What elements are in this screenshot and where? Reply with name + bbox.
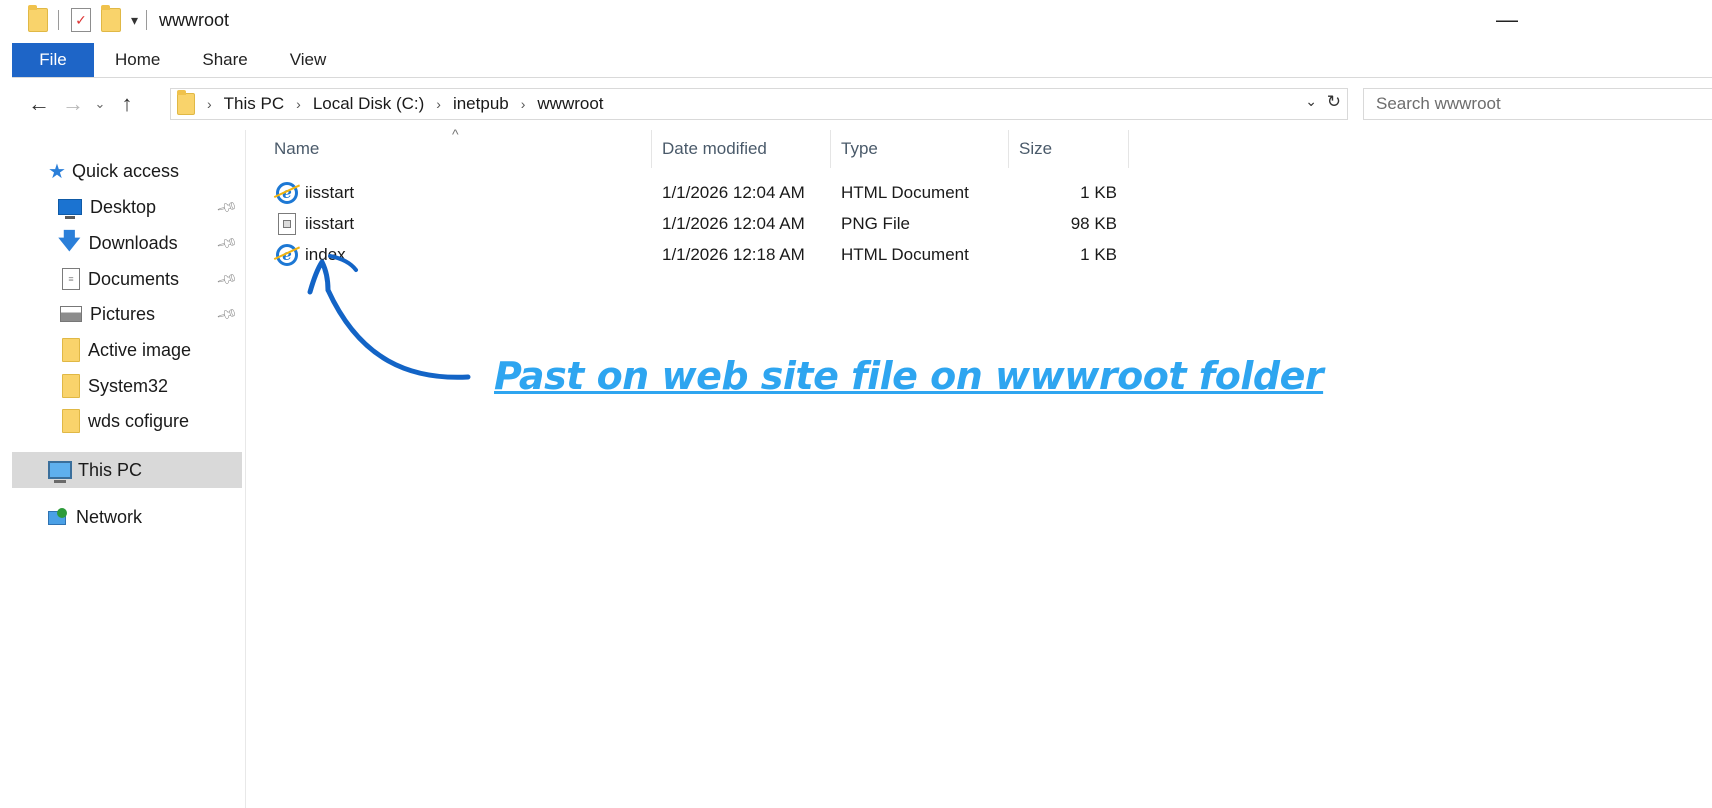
breadcrumb-local-disk[interactable]: Local Disk (C:) bbox=[313, 94, 424, 114]
file-size: 1 KB bbox=[1080, 244, 1117, 264]
tab-share[interactable]: Share bbox=[181, 43, 268, 77]
divider bbox=[58, 10, 59, 30]
breadcrumb-inetpub[interactable]: inetpub bbox=[453, 94, 509, 114]
tab-file[interactable]: File bbox=[12, 43, 94, 77]
address-bar[interactable]: › This PC › Local Disk (C:) › inetpub › … bbox=[170, 88, 1348, 120]
download-arrow-icon: 🡇 bbox=[58, 228, 81, 253]
nav-this-pc[interactable]: This PC bbox=[12, 452, 242, 488]
navigation-pane: ★ Quick access Desktop 📌︎ 🡇 Downloads 📌︎… bbox=[12, 130, 246, 808]
minimize-button[interactable]: — bbox=[1492, 6, 1522, 34]
folder-icon bbox=[62, 374, 80, 398]
nav-label: Desktop bbox=[90, 196, 157, 217]
breadcrumb-chevron-icon[interactable]: › bbox=[436, 96, 441, 112]
pin-icon[interactable]: 📌︎ bbox=[215, 267, 239, 291]
pin-icon[interactable]: 📌︎ bbox=[215, 302, 239, 326]
nav-item-system32[interactable]: System32 bbox=[12, 369, 242, 403]
nav-network[interactable]: Network bbox=[12, 500, 242, 534]
breadcrumb-chevron-icon[interactable]: › bbox=[521, 96, 526, 112]
nav-label: Network bbox=[76, 506, 143, 527]
nav-quick-access[interactable]: ★ Quick access bbox=[12, 154, 242, 188]
file-row[interactable]: iisstart 1/1/2026 12:04 AM PNG File 98 K… bbox=[264, 208, 1134, 239]
network-icon bbox=[46, 507, 70, 527]
nav-item-documents[interactable]: ≡ Documents 📌︎ bbox=[12, 262, 242, 296]
customize-quick-access-dropdown-icon[interactable]: ▾ bbox=[131, 12, 138, 29]
window-title: wwwroot bbox=[159, 9, 230, 30]
annotation-text: Past on web site file on wwwroot folder bbox=[494, 354, 1324, 398]
nav-label: Downloads bbox=[88, 232, 178, 253]
nav-label: System32 bbox=[88, 375, 169, 396]
file-date-modified: 1/1/2026 12:04 AM bbox=[662, 213, 805, 233]
address-history-chevron-icon[interactable]: ⌄ bbox=[1305, 93, 1317, 110]
nav-label: Active image bbox=[88, 339, 192, 360]
png-file-icon bbox=[278, 208, 296, 239]
file-date-modified: 1/1/2026 12:18 AM bbox=[662, 244, 805, 264]
file-row[interactable]: e iisstart 1/1/2026 12:04 AM HTML Docume… bbox=[264, 177, 1134, 208]
nav-label: Documents bbox=[88, 268, 180, 289]
pin-icon[interactable]: 📌︎ bbox=[215, 231, 239, 255]
breadcrumb-chevron-icon[interactable]: › bbox=[296, 96, 301, 112]
nav-item-downloads[interactable]: 🡇 Downloads 📌︎ bbox=[12, 226, 242, 260]
column-header-type[interactable]: Type bbox=[831, 130, 1009, 168]
nav-item-wds-cofigure[interactable]: wds cofigure bbox=[12, 404, 242, 438]
file-type: PNG File bbox=[841, 213, 910, 233]
folder-icon bbox=[62, 409, 80, 433]
column-header-size[interactable]: Size bbox=[1009, 130, 1129, 168]
document-icon: ≡ bbox=[62, 268, 80, 290]
folder-icon bbox=[177, 90, 195, 115]
ribbon-tabs: File Home Share View bbox=[12, 43, 1712, 78]
nav-label: Quick access bbox=[71, 160, 179, 181]
file-size: 98 KB bbox=[1070, 213, 1117, 233]
nav-label: Pictures bbox=[90, 303, 156, 324]
picture-icon bbox=[60, 306, 82, 322]
ie-html-icon: e bbox=[276, 239, 298, 270]
title-bar: ✓ ▾ wwwroot — bbox=[0, 0, 1712, 40]
recent-locations-chevron-icon[interactable]: ⌄ bbox=[90, 87, 110, 121]
navigation-bar: ← → ⌄ ↑ › This PC › Local Disk (C:) › in… bbox=[0, 86, 1712, 122]
file-type: HTML Document bbox=[841, 182, 969, 202]
file-type: HTML Document bbox=[841, 244, 969, 264]
nav-item-pictures[interactable]: Pictures 📌︎ bbox=[12, 297, 242, 331]
file-date-modified: 1/1/2026 12:04 AM bbox=[662, 182, 805, 202]
folder-icon bbox=[62, 338, 80, 362]
file-name: iisstart bbox=[305, 182, 355, 202]
search-box[interactable] bbox=[1363, 88, 1712, 120]
breadcrumb-this-pc[interactable]: This PC bbox=[224, 94, 284, 114]
pin-icon[interactable]: 📌︎ bbox=[215, 195, 239, 219]
computer-icon bbox=[48, 461, 72, 483]
annotation-arrow bbox=[307, 254, 471, 380]
forward-arrow-icon[interactable]: → bbox=[56, 87, 90, 121]
breadcrumb-chevron-icon[interactable]: › bbox=[207, 96, 212, 112]
column-header-date-modified[interactable]: Date modified bbox=[652, 130, 831, 168]
properties-icon[interactable]: ✓ bbox=[71, 8, 91, 32]
tab-view[interactable]: View bbox=[269, 43, 348, 77]
folder-icon bbox=[28, 5, 48, 32]
file-size: 1 KB bbox=[1080, 182, 1117, 202]
breadcrumb-wwwroot[interactable]: wwwroot bbox=[537, 94, 603, 114]
new-folder-icon[interactable] bbox=[101, 5, 121, 32]
back-arrow-icon[interactable]: ← bbox=[22, 87, 56, 121]
divider bbox=[146, 10, 148, 30]
nav-item-desktop[interactable]: Desktop 📌︎ bbox=[12, 190, 242, 224]
ie-html-icon: e bbox=[276, 177, 298, 208]
star-icon: ★ bbox=[48, 160, 66, 183]
column-header-name[interactable]: Name bbox=[264, 130, 652, 168]
nav-label: This PC bbox=[78, 459, 143, 480]
desktop-icon bbox=[58, 199, 82, 219]
search-input[interactable] bbox=[1376, 94, 1676, 114]
nav-item-active-image[interactable]: Active image bbox=[12, 333, 242, 367]
file-name: iisstart bbox=[305, 213, 355, 233]
refresh-icon[interactable]: ↻ bbox=[1327, 92, 1341, 112]
nav-label: wds cofigure bbox=[88, 410, 190, 431]
tab-home[interactable]: Home bbox=[94, 43, 181, 77]
up-arrow-icon[interactable]: ↑ bbox=[110, 87, 144, 121]
